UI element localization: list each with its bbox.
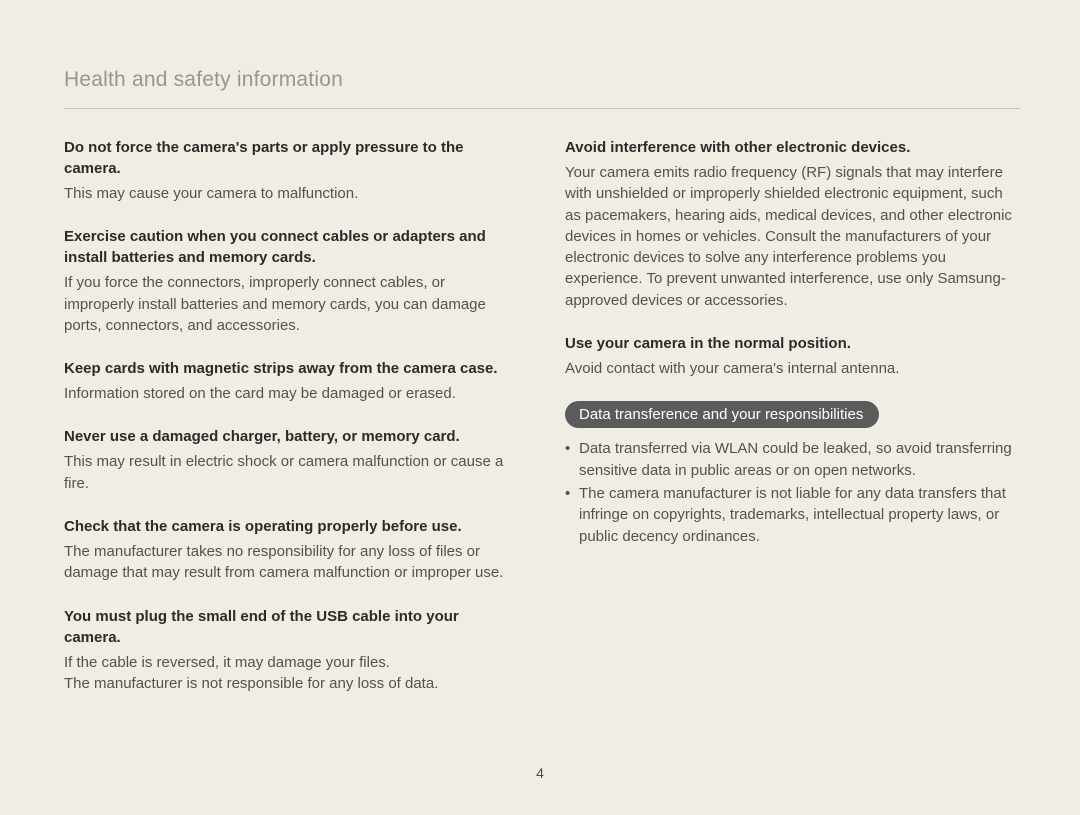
heading: Do not force the camera's parts or apply… [64, 137, 519, 179]
heading: Exercise caution when you connect cables… [64, 226, 519, 268]
body-text: Information stored on the card may be da… [64, 383, 519, 404]
block-damaged-charger: Never use a damaged charger, battery, or… [64, 426, 519, 494]
page-title: Health and safety information [64, 68, 1020, 92]
body-text: If the cable is reversed, it may damage … [64, 652, 519, 673]
body-text: This may cause your camera to malfunctio… [64, 183, 519, 204]
heading: You must plug the small end of the USB c… [64, 606, 519, 648]
block-usb-cable: You must plug the small end of the USB c… [64, 606, 519, 695]
list-item: The camera manufacturer is not liable fo… [565, 483, 1020, 547]
section-data-transference: Data transference and your responsibilit… [565, 401, 1020, 546]
body-text: Avoid contact with your camera's interna… [565, 358, 1020, 379]
heading: Never use a damaged charger, battery, or… [64, 426, 519, 447]
heading: Keep cards with magnetic strips away fro… [64, 358, 519, 379]
block-magnetic-strips: Keep cards with magnetic strips away fro… [64, 358, 519, 404]
heading: Avoid interference with other electronic… [565, 137, 1020, 158]
bullet-list: Data transferred via WLAN could be leake… [565, 438, 1020, 546]
heading: Check that the camera is operating prope… [64, 516, 519, 537]
body-text: Your camera emits radio frequency (RF) s… [565, 162, 1020, 311]
list-item: Data transferred via WLAN could be leake… [565, 438, 1020, 481]
block-cables: Exercise caution when you connect cables… [64, 226, 519, 336]
body-text: The manufacturer is not responsible for … [64, 673, 519, 694]
body-text: The manufacturer takes no responsibility… [64, 541, 519, 584]
heading: Use your camera in the normal position. [565, 333, 1020, 354]
content-columns: Do not force the camera's parts or apply… [64, 137, 1020, 716]
block-check-camera: Check that the camera is operating prope… [64, 516, 519, 584]
block-interference: Avoid interference with other electronic… [565, 137, 1020, 311]
divider [64, 108, 1020, 109]
page-number: 4 [0, 765, 1080, 781]
block-force-parts: Do not force the camera's parts or apply… [64, 137, 519, 204]
section-pill: Data transference and your responsibilit… [565, 401, 879, 428]
block-normal-position: Use your camera in the normal position. … [565, 333, 1020, 379]
body-text: This may result in electric shock or cam… [64, 451, 519, 494]
left-column: Do not force the camera's parts or apply… [64, 137, 519, 716]
right-column: Avoid interference with other electronic… [565, 137, 1020, 716]
body-text: If you force the connectors, improperly … [64, 272, 519, 336]
